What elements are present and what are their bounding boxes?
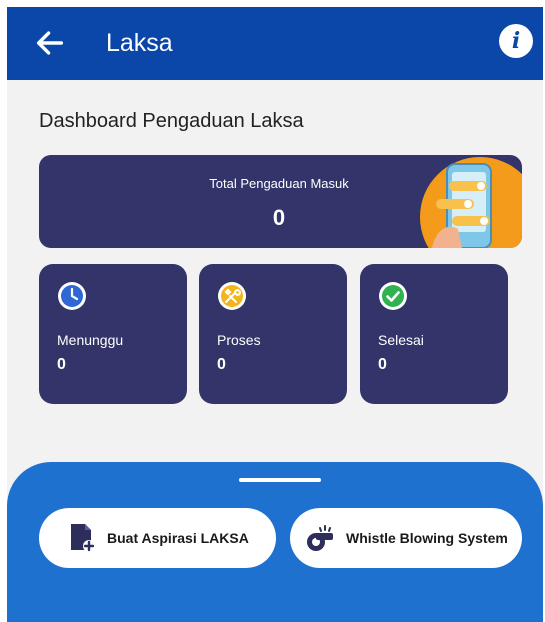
stat-label: Menunggu [57,332,124,348]
action-label: Buat Aspirasi LAKSA [107,530,249,546]
whistle-icon [307,525,333,551]
stat-card-selesai[interactable]: Selesai 0 [360,264,508,404]
stat-label: Proses [217,332,261,348]
arrow-left-icon[interactable] [33,26,67,60]
whistle-blowing-button[interactable]: Whistle Blowing System [290,508,522,568]
action-label: Whistle Blowing System [346,530,508,546]
stat-value: 0 [378,356,387,373]
tools-icon [218,282,246,310]
phone-chat-illustration [420,157,522,248]
stat-label: Selesai [378,332,424,348]
document-add-icon [71,524,95,552]
buat-aspirasi-button[interactable]: Buat Aspirasi LAKSA [39,508,276,568]
info-icon[interactable]: i [499,24,533,58]
stat-value: 0 [57,356,66,373]
clock-icon [58,282,86,310]
check-circle-icon [379,282,407,310]
sheet-drag-handle[interactable] [239,478,321,482]
stat-value: 0 [217,356,226,373]
bottom-sheet: Buat Aspirasi LAKSA Whistle Blowing Syst… [7,462,543,622]
app-bar: Laksa i [7,7,543,80]
page-title: Dashboard Pengaduan Laksa [39,110,304,132]
stat-card-menunggu[interactable]: Menunggu 0 [39,264,187,404]
total-complaints-card: Total Pengaduan Masuk 0 [39,155,522,248]
stat-card-proses[interactable]: Proses 0 [199,264,347,404]
app-title: Laksa [106,29,173,57]
